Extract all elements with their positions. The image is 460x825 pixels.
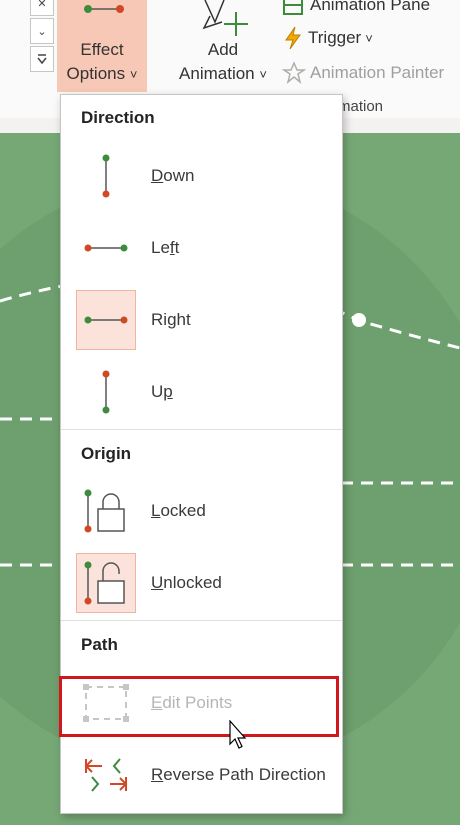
path-header: Path: [81, 635, 118, 654]
add-animation-label-line1: Add: [207, 40, 239, 59]
menu-item-locked-icon-box: [76, 481, 136, 541]
effect-options-label-line2: Options: [66, 64, 126, 83]
label-rest: everse Path Direction: [163, 765, 326, 784]
menu-item-down-icon-box: [76, 146, 136, 206]
menu-item-right[interactable]: Right: [61, 285, 342, 355]
menu-item-unlocked[interactable]: Unlocked: [61, 548, 342, 618]
menu-item-reverse-path-icon-box: [76, 745, 136, 805]
effect-options-label-line1: Effect: [80, 40, 124, 59]
chevron-down-icon: ˅: [365, 30, 373, 46]
accel-key: g: [167, 310, 177, 329]
trigger-label: Trigger: [308, 28, 362, 47]
direction-header: Direction: [81, 108, 155, 127]
origin-header: Origin: [81, 444, 132, 463]
animation-pane-icon: [283, 0, 303, 15]
menu-item-reverse-path[interactable]: Reverse Path Direction: [61, 740, 342, 810]
menu-separator: [61, 620, 342, 621]
lock-closed-icon: [84, 489, 125, 533]
menu-separator: [61, 429, 342, 430]
edit-points-highlight-box: [59, 676, 339, 737]
chevron-down-icon: ⌄: [37, 25, 47, 38]
menu-item-left-icon-box: [76, 218, 136, 278]
label-rest: nlocked: [163, 573, 222, 592]
lightning-icon: [285, 26, 301, 50]
add-animation-label-line2: Animation: [179, 64, 255, 83]
gallery-scroll-down-button[interactable]: ⌄: [30, 18, 54, 44]
label-pre: Le: [151, 238, 170, 257]
menu-item-locked[interactable]: Locked: [61, 476, 342, 546]
accel-key: p: [163, 382, 173, 401]
label-rest: own: [163, 166, 195, 185]
animation-group-label: mation: [338, 98, 384, 115]
vertical-line-down-icon: [102, 154, 110, 198]
menu-item-left-label: Left: [151, 213, 179, 283]
horizontal-line-left-icon: [84, 244, 128, 252]
gallery-scroll-up-button[interactable]: ✕: [30, 0, 54, 16]
lock-open-icon: [84, 561, 125, 605]
chevron-down-icon: ˅: [129, 67, 138, 82]
accel-key: D: [151, 166, 164, 185]
vertical-line-up-icon: [102, 370, 110, 414]
effect-options-label: Effect Options ˅: [57, 38, 147, 87]
animation-pane-button[interactable]: Animation Pane: [282, 0, 430, 18]
more-gallery-icon: [37, 54, 47, 65]
close-x-icon: ✕: [37, 0, 47, 10]
animation-painter-icon: [282, 61, 306, 85]
label-pre: U: [151, 382, 164, 401]
animation-painter-button[interactable]: Animation Painter: [282, 60, 444, 86]
mouse-cursor-icon: [229, 720, 247, 749]
menu-item-reverse-path-label: Reverse Path Direction: [151, 740, 326, 810]
label-rest: ocked: [160, 501, 206, 520]
menu-item-down[interactable]: Down: [61, 141, 342, 211]
add-animation-label: Add Animation ˅: [168, 38, 278, 87]
accel-key: U: [151, 573, 164, 592]
menu-item-up-label: Up: [151, 357, 173, 427]
menu-item-up[interactable]: Up: [61, 357, 342, 427]
menu-item-right-icon-box: [76, 290, 136, 350]
label-rest: t: [174, 238, 180, 257]
gallery-more-button[interactable]: [30, 46, 54, 72]
label-pre: Ri: [151, 310, 168, 329]
horizontal-line-right-icon: [84, 316, 128, 324]
menu-item-up-icon-box: [76, 362, 136, 422]
gallery-scroll: ✕ ⌄: [30, 0, 54, 80]
menu-item-unlocked-label: Unlocked: [151, 548, 222, 618]
reverse-path-icon: [84, 758, 128, 792]
menu-item-unlocked-icon-box: [76, 553, 136, 613]
add-animation-star-icon: [202, 0, 248, 36]
animation-painter-label: Animation Painter: [310, 63, 445, 82]
accel-key: R: [151, 765, 164, 784]
animation-pane-label: Animation Pane: [310, 0, 431, 14]
menu-item-locked-label: Locked: [151, 476, 206, 546]
menu-item-right-label: Right: [151, 285, 191, 355]
label-rest: ht: [176, 310, 191, 329]
menu-item-left[interactable]: Left: [61, 213, 342, 283]
chevron-down-icon: ˅: [259, 67, 267, 82]
menu-item-down-label: Down: [151, 141, 194, 211]
trigger-button[interactable]: Trigger ˅: [282, 25, 373, 51]
effect-options-path-icon: [84, 5, 124, 13]
